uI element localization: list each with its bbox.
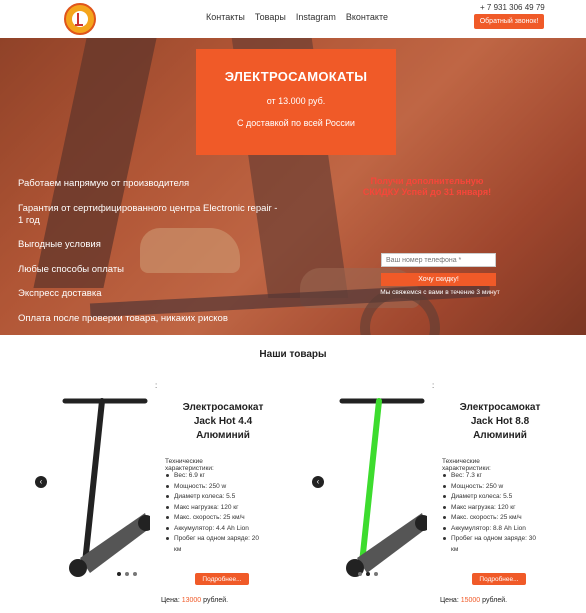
separator: : <box>432 381 435 390</box>
chevron-left-icon[interactable]: ‹ <box>312 476 324 488</box>
discount-text: Получи дополнительную СКИДКУ Успей до 31… <box>362 176 492 197</box>
product-title[interactable]: Электросамокат Jack Hot 4.4 Алюминий <box>173 401 273 443</box>
spec-item: Вес: 7.3 кг <box>442 471 542 482</box>
discount-button[interactable]: Хочу скидку! <box>381 273 496 286</box>
company-logo[interactable] <box>64 3 96 35</box>
spec-item: Макс. скорость: 25 км/ч <box>442 513 542 524</box>
spec-item: Аккумулятор: 8.8 Ah Lion <box>442 524 542 535</box>
spec-item: Макс нагрузка: 120 кг <box>165 503 260 514</box>
price-label: Цена: <box>161 597 180 604</box>
nav-contacts[interactable]: Контакты <box>206 12 245 22</box>
carousel-dot[interactable] <box>117 572 121 576</box>
carousel-dot[interactable] <box>125 572 129 576</box>
carousel-dot[interactable] <box>358 572 362 576</box>
spec-header: Технические характеристики: <box>165 458 214 472</box>
spec-item: Мощность: 250 w <box>165 482 260 493</box>
spec-item: Диаметр колеса: 5.5 <box>165 492 260 503</box>
price-unit: рублей. <box>482 597 508 604</box>
spec-header: Технические характеристики: <box>442 458 491 472</box>
callback-button[interactable]: Обратный звонок! <box>474 14 544 29</box>
spec-item: Диаметр колеса: 5.5 <box>442 492 542 503</box>
promo-title: ЭЛЕКТРОСАМОКАТЫ <box>224 69 368 84</box>
spec-item: Пробег на одном заряде: 20 км <box>165 534 260 555</box>
feature-item: Выгодные условия <box>18 239 101 250</box>
feature-item: Оплата после проверки товара, никаких ри… <box>18 312 228 324</box>
promo-price: от 13.000 руб. <box>266 96 326 106</box>
product-price: Цена: 15000 рублей. <box>440 597 507 604</box>
price-label: Цена: <box>440 597 459 604</box>
separator: : <box>155 381 158 390</box>
spec-list: Вес: 6.9 кг Мощность: 250 w Диаметр коле… <box>165 471 260 555</box>
carousel-dots[interactable] <box>358 572 378 576</box>
product-title[interactable]: Электросамокат Jack Hot 8.8 Алюминий <box>450 401 550 443</box>
spec-item: Макс нагрузка: 120 кг <box>442 503 542 514</box>
spec-item: Мощность: 250 w <box>442 482 542 493</box>
contact-note: Мы свяжемся с вами в течение 3 минут <box>380 289 500 296</box>
spec-item: Пробег на одном заряде: 30 км <box>442 534 542 555</box>
header: Контакты Товары Instagram Вконтакте + 7 … <box>0 0 586 38</box>
logo-scooter-deck <box>75 24 83 26</box>
feature-item: Гарантия от сертифицированного центра El… <box>18 202 278 226</box>
phone-input[interactable] <box>381 253 496 267</box>
promo-box: ЭЛЕКТРОСАМОКАТЫ от 13.000 руб. С доставк… <box>196 49 396 155</box>
product-image[interactable] <box>50 393 150 593</box>
products-section-title: Наши товары <box>259 349 327 360</box>
feature-item: Любые способы оплаты <box>18 263 125 275</box>
spec-list: Вес: 7.3 кг Мощность: 250 w Диаметр коле… <box>442 471 542 555</box>
carousel-dot[interactable] <box>133 572 137 576</box>
features-list: Работаем напрямую от производителя Гаран… <box>18 178 278 335</box>
hero-banner: ЭЛЕКТРОСАМОКАТЫ от 13.000 руб. С доставк… <box>0 38 586 335</box>
feature-item: Работаем напрямую от производителя <box>18 178 190 189</box>
more-button[interactable]: Подробнее... <box>472 573 526 585</box>
nav-vkontakte[interactable]: Вконтакте <box>346 12 388 22</box>
product-price: Цена: 13000 рублей. <box>161 597 228 604</box>
chevron-left-icon[interactable]: ‹ <box>35 476 47 488</box>
header-phone[interactable]: + 7 931 306 49 79 <box>480 3 545 12</box>
more-button[interactable]: Подробнее... <box>195 573 249 585</box>
promo-delivery: С доставкой по всей России <box>237 118 355 128</box>
spec-item: Макс. скорость: 25 км/ч <box>165 513 260 524</box>
price-value: 15000 <box>460 597 481 604</box>
spec-item: Аккумулятор: 4.4 Ah Lion <box>165 524 260 535</box>
product-image[interactable] <box>327 393 427 593</box>
nav-instagram[interactable]: Instagram <box>296 12 336 22</box>
spec-item: Вес: 6.9 кг <box>165 471 260 482</box>
price-value: 13000 <box>181 597 202 604</box>
carousel-dots[interactable] <box>117 572 137 576</box>
main-nav: Контакты Товары Instagram Вконтакте <box>206 12 388 22</box>
price-unit: рублей. <box>203 597 229 604</box>
nav-products[interactable]: Товары <box>255 12 286 22</box>
carousel-dot[interactable] <box>374 572 378 576</box>
carousel-dot[interactable] <box>366 572 370 576</box>
feature-item: Экспресс доставка <box>18 288 102 299</box>
